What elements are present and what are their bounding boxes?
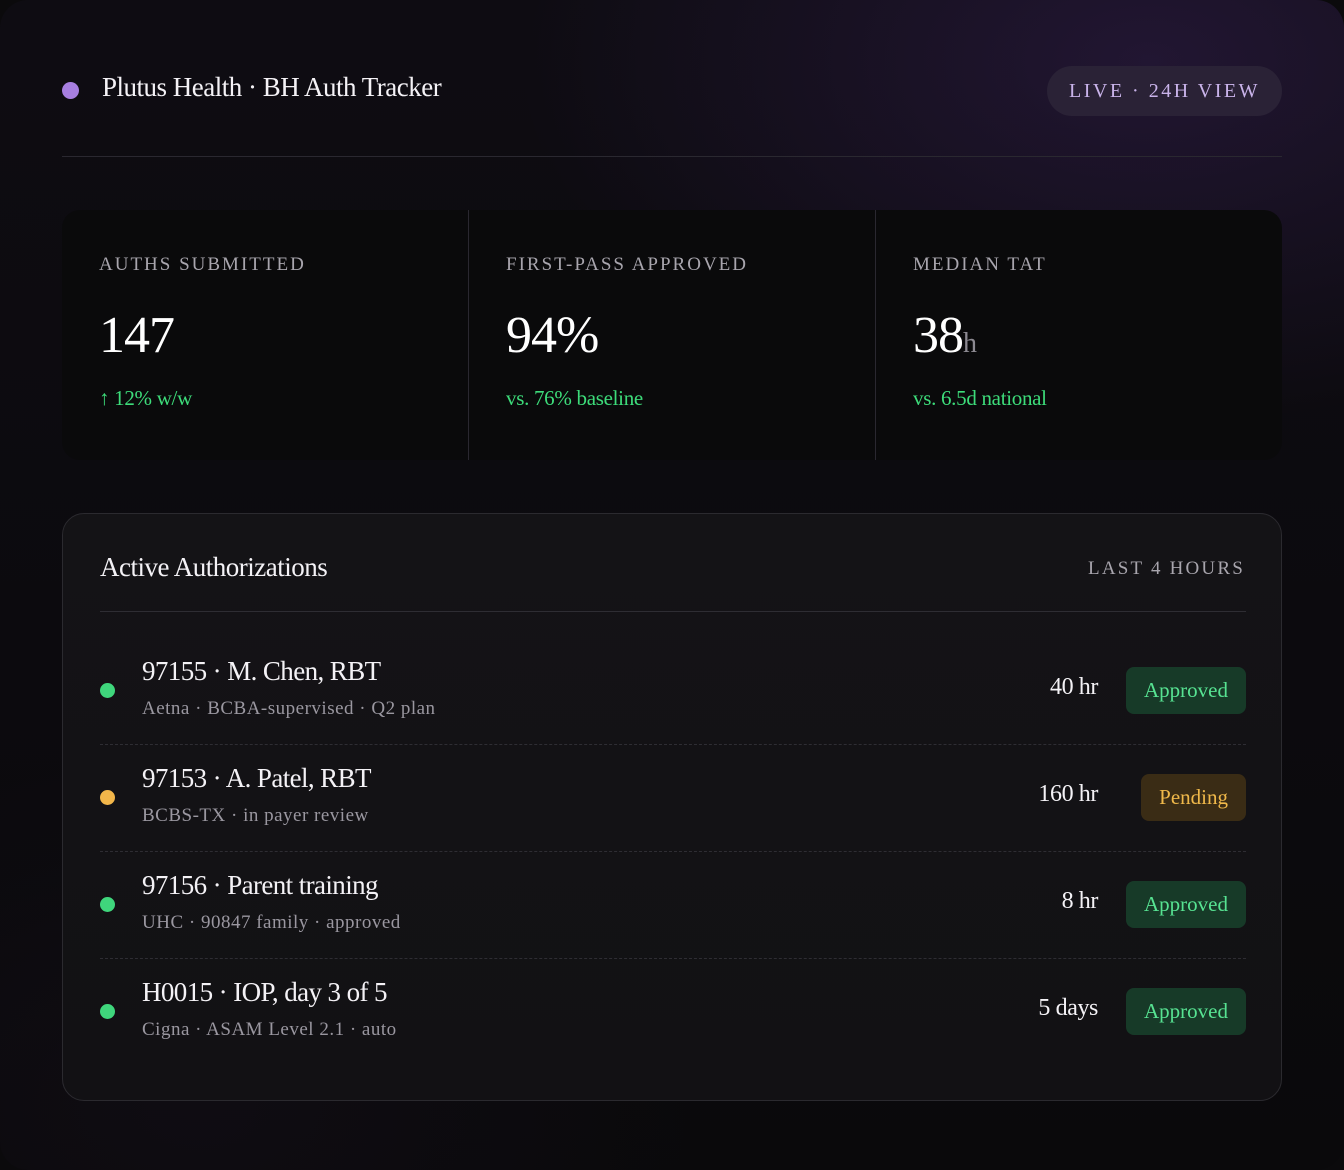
auth-details: BCBS-TX · in payer review [142, 805, 369, 826]
auth-title: 97155 · M. Chen, RBT [142, 656, 381, 686]
auth-details: Aetna · BCBA-supervised · Q2 plan [142, 698, 436, 719]
auth-title: 97156 · Parent training [142, 870, 379, 900]
auth-details: UHC · 90847 family · approved [142, 912, 401, 933]
auth-quantity: 40 hr [1050, 674, 1098, 700]
stat-value: 94% [506, 307, 599, 364]
stat-label: MEDIAN TAT [913, 254, 1047, 275]
section-title: Active Authorizations [100, 552, 328, 582]
status-badge: Pending [1141, 774, 1246, 821]
auth-title: H0015 · IOP, day 3 of 5 [142, 977, 388, 1007]
status-badge: Approved [1126, 667, 1246, 714]
stat-label: FIRST-PASS APPROVED [506, 254, 748, 275]
status-dot-icon [100, 1004, 115, 1019]
stat-median-tat: MEDIAN TAT 38h vs. 6.5d national [875, 210, 1282, 460]
stat-comparison: vs. 6.5d national [913, 386, 1047, 410]
status-badge: Approved [1126, 881, 1246, 928]
header: Plutus Health · BH Auth Tracker LIVE · 2… [62, 60, 1282, 120]
stat-auths-submitted: AUTHS SUBMITTED 147 ↑ 12% w/w [62, 210, 468, 460]
stat-trend: ↑ 12% w/w [99, 386, 192, 410]
stat-first-pass-approved: FIRST-PASS APPROVED 94% vs. 76% baseline [468, 210, 875, 460]
page-title: Plutus Health · BH Auth Tracker [102, 72, 442, 102]
brand-status-dot-icon [62, 82, 79, 99]
list-item[interactable]: 97153 · A. Patel, RBT BCBS-TX · in payer… [100, 745, 1246, 852]
status-dot-icon [100, 683, 115, 698]
list-item[interactable]: 97156 · Parent training UHC · 90847 fami… [100, 852, 1246, 959]
stat-comparison: vs. 76% baseline [506, 386, 643, 410]
stats-strip: AUTHS SUBMITTED 147 ↑ 12% w/w FIRST-PASS… [62, 210, 1282, 460]
stat-value: 147 [99, 307, 175, 364]
list-item[interactable]: H0015 · IOP, day 3 of 5 Cigna · ASAM Lev… [100, 959, 1246, 1065]
dashboard-panel: Plutus Health · BH Auth Tracker LIVE · 2… [0, 0, 1344, 1170]
auth-quantity: 8 hr [1061, 888, 1099, 914]
stat-value: 38h [913, 307, 977, 364]
auth-quantity: 160 hr [1038, 781, 1098, 807]
list-item[interactable]: 97155 · M. Chen, RBT Aetna · BCBA-superv… [100, 638, 1246, 745]
status-dot-icon [100, 790, 115, 805]
auth-title: 97153 · A. Patel, RBT [142, 763, 372, 793]
stat-label: AUTHS SUBMITTED [99, 254, 306, 275]
active-authorizations-card: Active Authorizations LAST 4 HOURS 97155… [62, 513, 1282, 1101]
authorization-list: 97155 · M. Chen, RBT Aetna · BCBA-superv… [100, 638, 1246, 1065]
section-divider [100, 611, 1246, 612]
live-view-toggle[interactable]: LIVE · 24H VIEW [1047, 66, 1282, 116]
header-divider [62, 156, 1282, 157]
status-badge: Approved [1126, 988, 1246, 1035]
auth-quantity: 5 days [1038, 995, 1098, 1021]
auth-details: Cigna · ASAM Level 2.1 · auto [142, 1019, 397, 1040]
time-range-label[interactable]: LAST 4 HOURS [1088, 558, 1245, 580]
status-dot-icon [100, 897, 115, 912]
